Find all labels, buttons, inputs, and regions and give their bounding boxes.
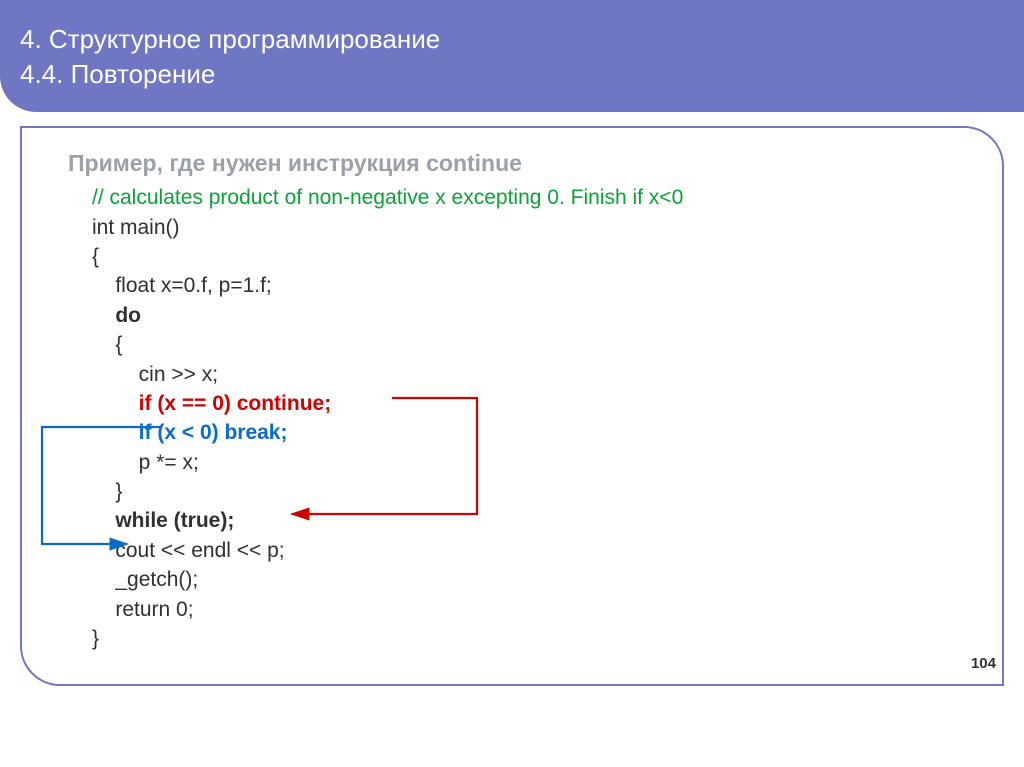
code-line: _getch(); (92, 565, 972, 594)
code-line: return 0; (92, 595, 972, 624)
code-line: } (92, 624, 972, 653)
code-block: // calculates product of non-negative x … (68, 183, 972, 653)
code-line-while: while (true); (92, 506, 972, 535)
slide-header: 4. Структурное программирование 4.4. Пов… (0, 0, 1024, 112)
code-line: cin >> x; (92, 360, 972, 389)
example-title: Пример, где нужен инструкция continue (68, 150, 972, 177)
code-line: p *= x; (92, 448, 972, 477)
code-line-continue: if (x == 0) continue; (92, 389, 972, 418)
code-line: { (92, 242, 972, 271)
page-number: 104 (971, 655, 996, 672)
code-line: { (92, 330, 972, 359)
content-wrap: Пример, где нужен инструкция continue //… (0, 126, 1024, 686)
content-box: Пример, где нужен инструкция continue //… (20, 126, 1004, 686)
code-line-break: if (x < 0) break; (92, 418, 972, 447)
code-line-cout: cout << endl << p; (92, 536, 972, 565)
code-line: int main() (92, 213, 972, 242)
code-line: } (92, 477, 972, 506)
code-line: float x=0.f, p=1.f; (92, 271, 972, 300)
code-comment: // calculates product of non-negative x … (92, 183, 972, 212)
code-line-do: do (92, 301, 972, 330)
header-title-line2: 4.4. Повторение (20, 57, 1004, 92)
header-title-line1: 4. Структурное программирование (20, 22, 1004, 57)
